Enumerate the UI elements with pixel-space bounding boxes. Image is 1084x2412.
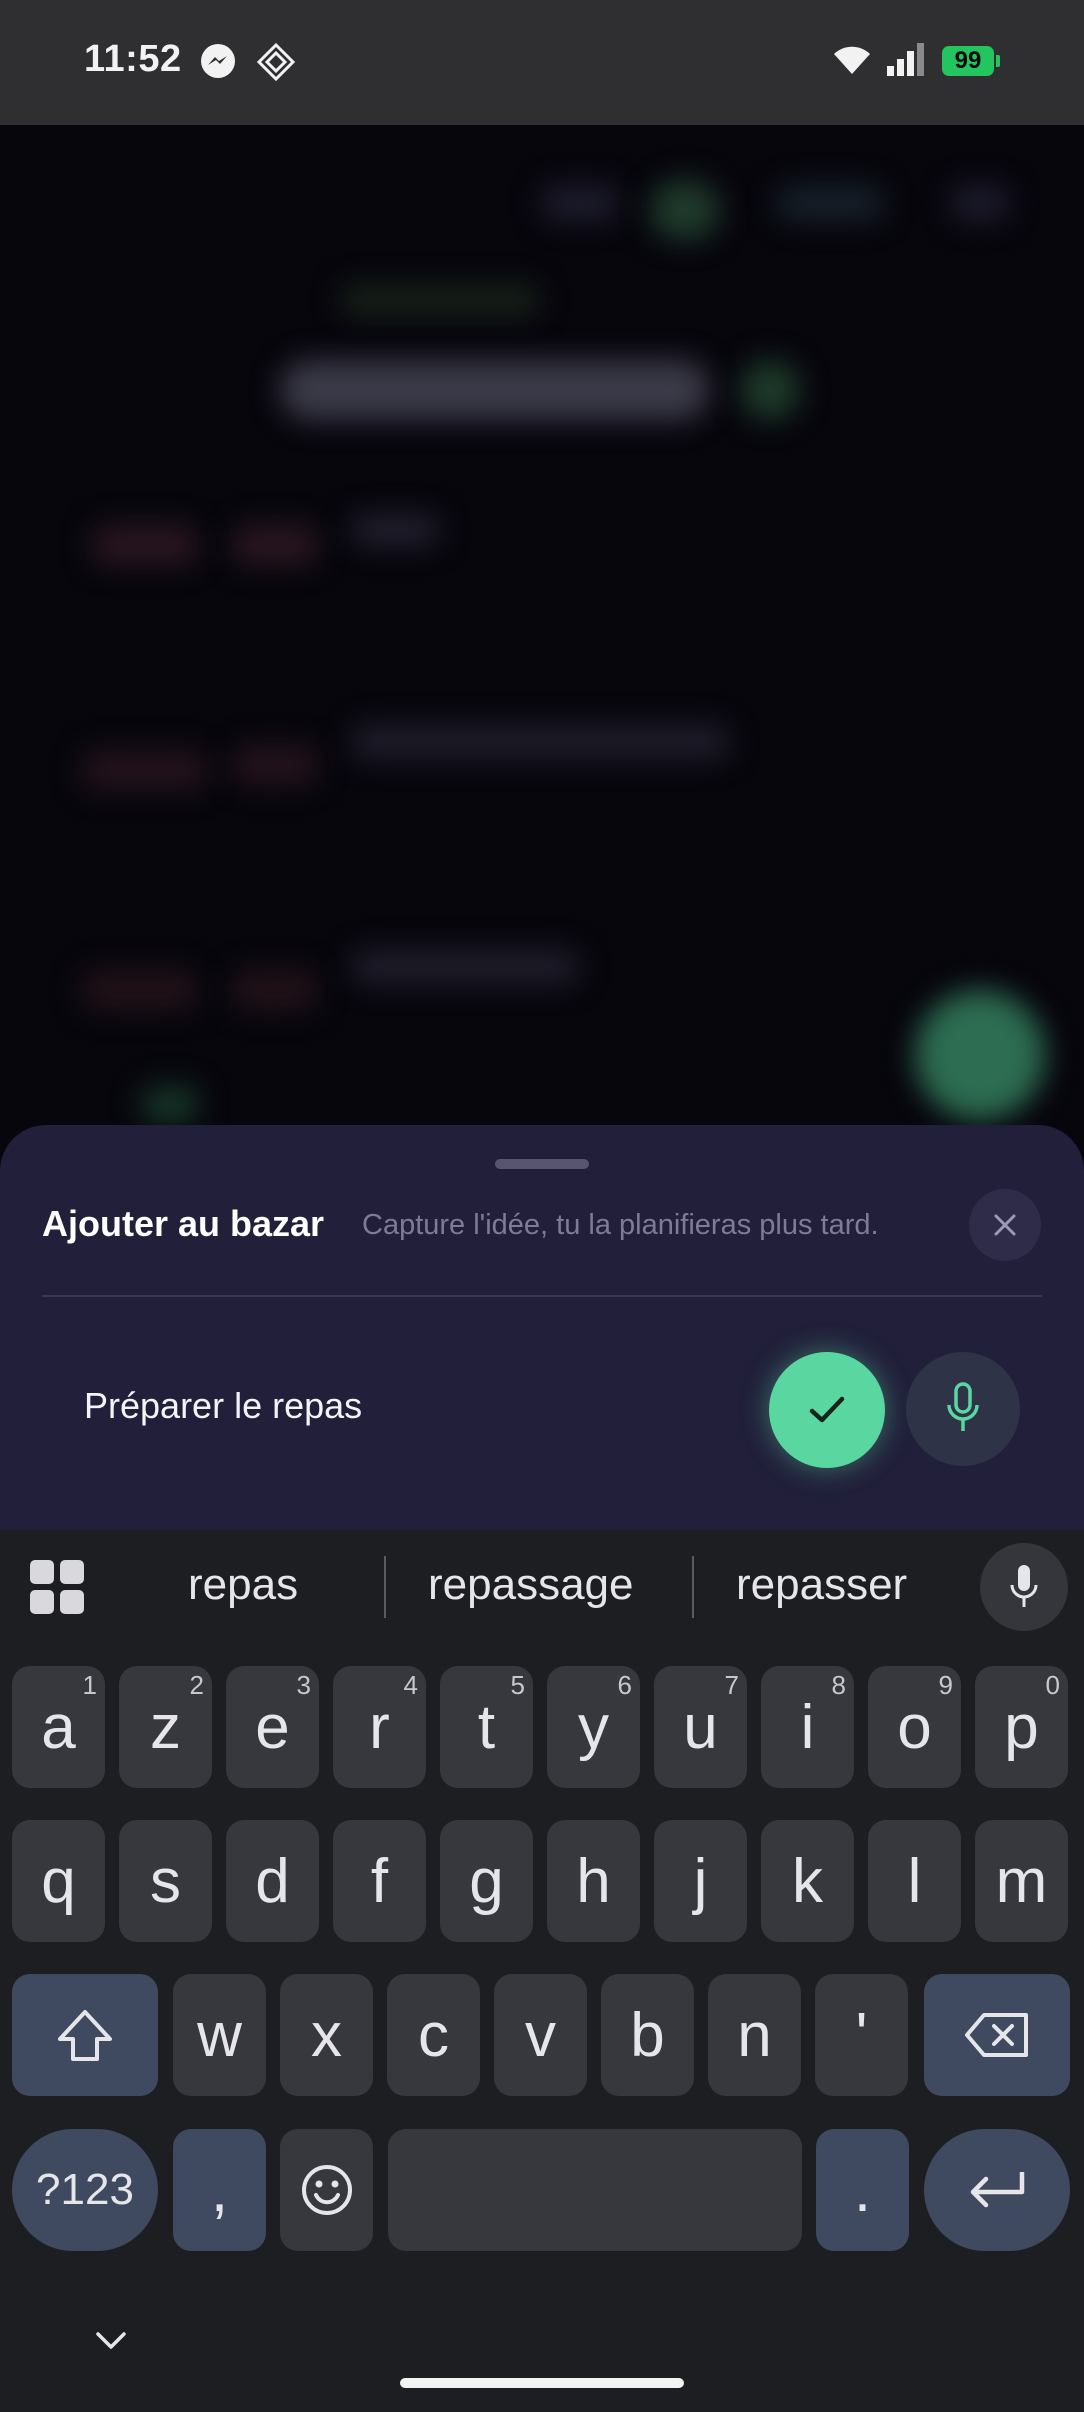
suggestion-divider: [692, 1556, 694, 1618]
messenger-icon: [201, 44, 235, 78]
suggestion-2[interactable]: repassage: [428, 1560, 633, 1610]
key-h[interactable]: h: [547, 1820, 640, 1942]
close-icon: [994, 1214, 1016, 1236]
suggestion-3[interactable]: repasser: [736, 1560, 907, 1610]
key-t[interactable]: t5: [440, 1666, 533, 1788]
key-f[interactable]: f: [333, 1820, 426, 1942]
key-k[interactable]: k: [761, 1820, 854, 1942]
enter-key[interactable]: [924, 2129, 1070, 2251]
confirm-button[interactable]: [769, 1352, 885, 1468]
suggestion-divider: [384, 1556, 386, 1618]
shift-key[interactable]: [12, 1974, 158, 2096]
key-p[interactable]: p0: [975, 1666, 1068, 1788]
item-input[interactable]: Préparer le repas: [84, 1385, 362, 1427]
soft-keyboard: repas repassage repasser a1 z2 e3 r4 t5 …: [0, 1530, 1084, 2412]
key-c[interactable]: c: [387, 1974, 480, 2096]
hide-keyboard-chevron-icon[interactable]: [94, 2330, 128, 2352]
key-s[interactable]: s: [119, 1820, 212, 1942]
key-apostrophe[interactable]: ': [815, 1974, 908, 2096]
emoji-key[interactable]: [280, 2129, 373, 2251]
key-w[interactable]: w: [173, 1974, 266, 2096]
suggestion-1[interactable]: repas: [188, 1560, 298, 1610]
sheet-title: Ajouter au bazar: [42, 1203, 325, 1244]
key-u[interactable]: u7: [654, 1666, 747, 1788]
add-item-sheet: Ajouter au bazar Capture l'idée, tu la p…: [0, 1125, 1084, 1530]
key-y[interactable]: y6: [547, 1666, 640, 1788]
close-button[interactable]: [969, 1189, 1041, 1261]
emoji-icon: [301, 2165, 352, 2215]
microphone-icon: [947, 1382, 979, 1431]
home-indicator[interactable]: [400, 2378, 684, 2388]
signal-icon: [887, 43, 924, 76]
key-n[interactable]: n: [708, 1974, 801, 2096]
divider: [42, 1295, 1042, 1297]
background-app-blurred: [0, 125, 1084, 1125]
key-r[interactable]: r4: [333, 1666, 426, 1788]
key-i[interactable]: i8: [761, 1666, 854, 1788]
symbols-key[interactable]: ?123: [12, 2129, 158, 2251]
backspace-icon: [965, 2013, 1028, 2057]
key-z[interactable]: z2: [119, 1666, 212, 1788]
key-e[interactable]: e3: [226, 1666, 319, 1788]
microphone-icon: [1010, 1565, 1038, 1607]
check-icon: [809, 1396, 845, 1423]
voice-input-button[interactable]: [906, 1352, 1020, 1466]
shift-icon: [58, 2010, 112, 2061]
key-v[interactable]: v: [494, 1974, 587, 2096]
sheet-drag-handle[interactable]: [495, 1159, 589, 1169]
key-m[interactable]: m: [975, 1820, 1068, 1942]
sheet-subtitle: Capture l'idée, tu la planifieras plus t…: [362, 1209, 879, 1241]
status-bar: 11:52 99: [0, 0, 1084, 125]
key-o[interactable]: o9: [868, 1666, 961, 1788]
space-key[interactable]: [388, 2129, 802, 2251]
battery-icon: 99: [942, 46, 1000, 76]
wifi-icon: [834, 46, 870, 74]
enter-icon: [970, 2172, 1025, 2208]
period-key[interactable]: .: [816, 2129, 909, 2251]
backspace-key[interactable]: [924, 1974, 1070, 2096]
key-b[interactable]: b: [601, 1974, 694, 2096]
key-l[interactable]: l: [868, 1820, 961, 1942]
key-d[interactable]: d: [226, 1820, 319, 1942]
keyboard-voice-button[interactable]: [980, 1543, 1068, 1631]
key-j[interactable]: j: [654, 1820, 747, 1942]
key-q[interactable]: q: [12, 1820, 105, 1942]
app-icon: [256, 42, 296, 82]
key-g[interactable]: g: [440, 1820, 533, 1942]
status-time: 11:52: [84, 38, 182, 80]
key-x[interactable]: x: [280, 1974, 373, 2096]
comma-key[interactable]: ,: [173, 2129, 266, 2251]
key-a[interactable]: a1: [12, 1666, 105, 1788]
keyboard-menu-button[interactable]: [30, 1560, 86, 1616]
